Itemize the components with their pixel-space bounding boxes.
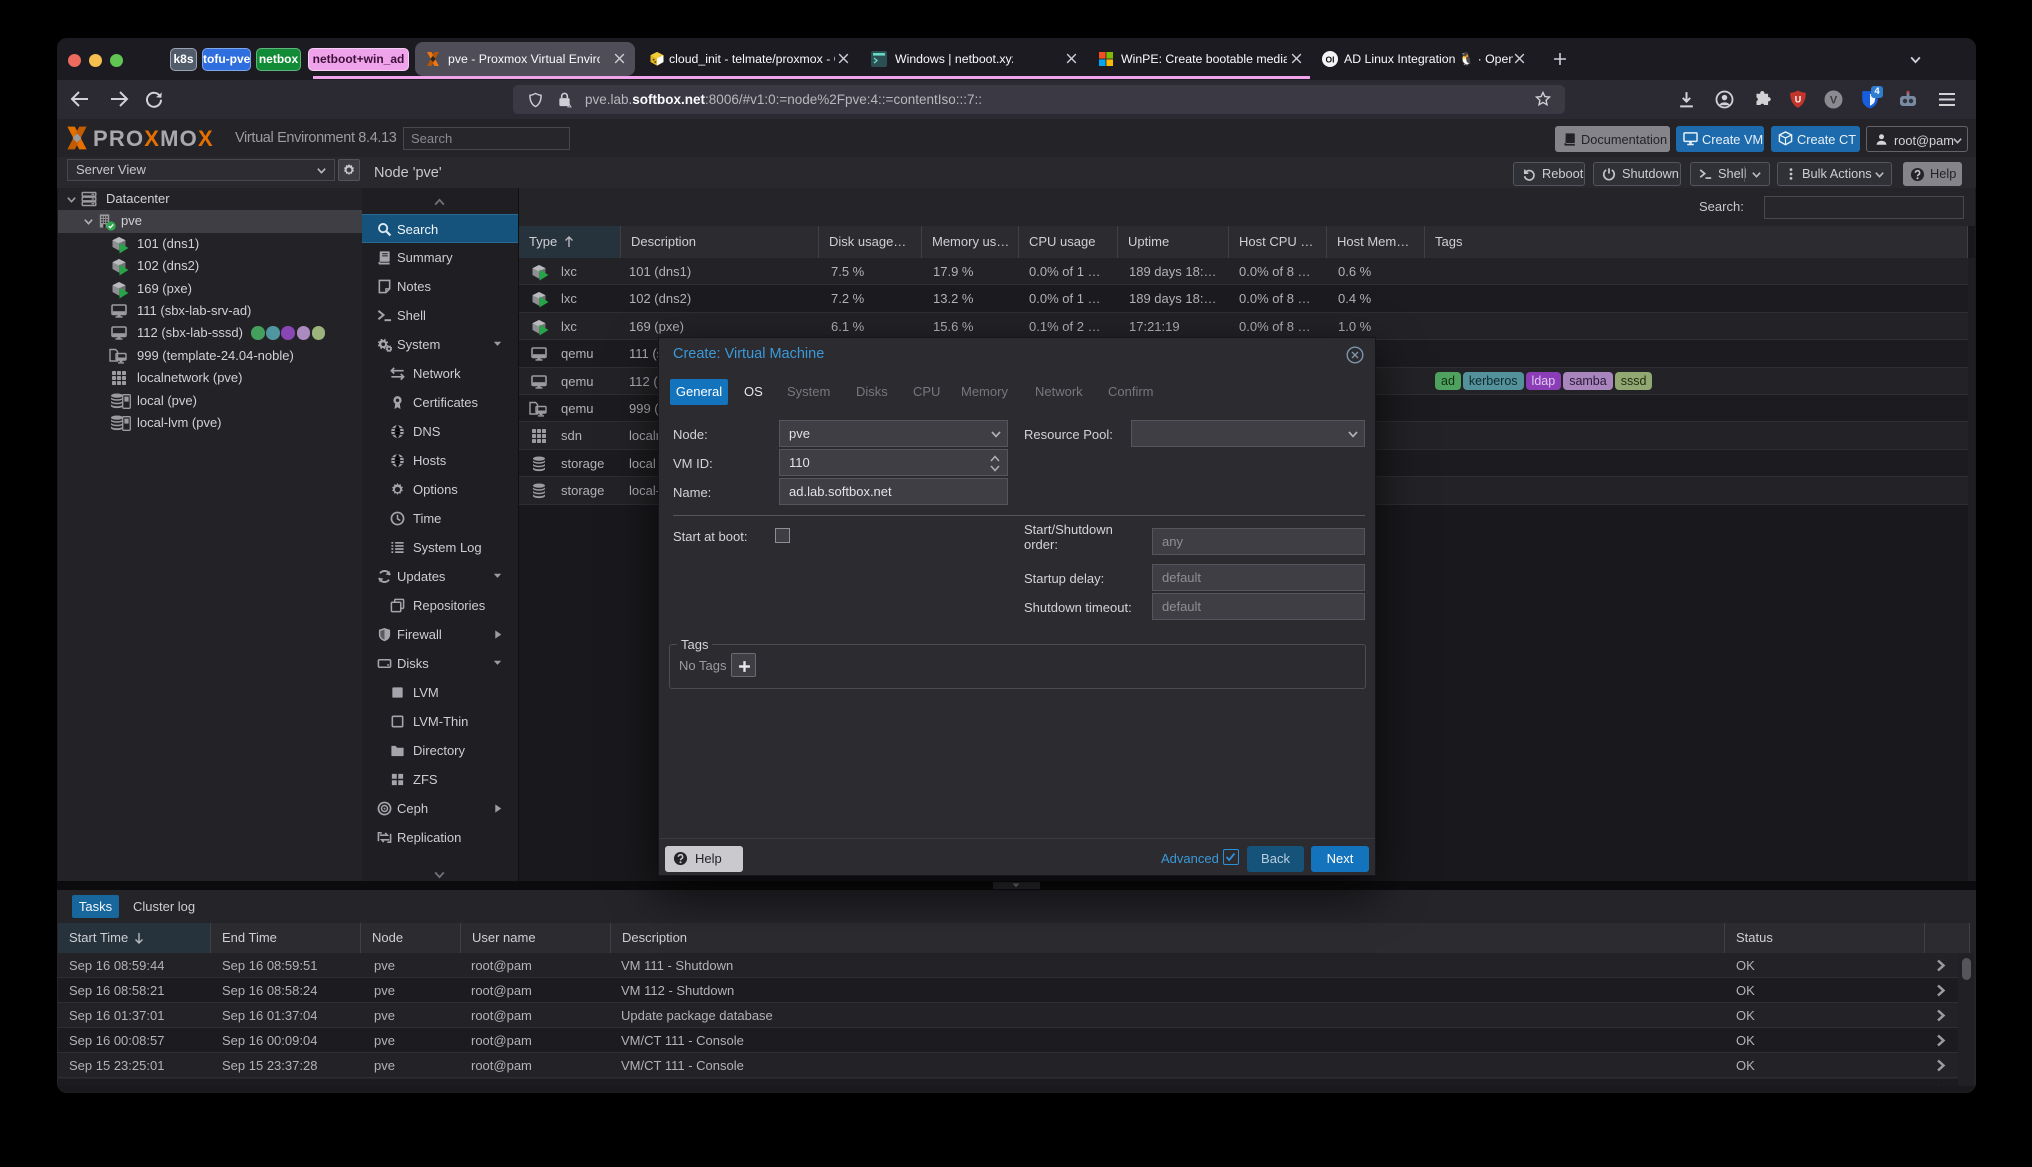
svg-text:!: ! (569, 104, 570, 108)
svg-text:OI: OI (1326, 55, 1335, 65)
svg-text:V: V (1830, 95, 1838, 107)
svg-text:U: U (1795, 94, 1801, 104)
